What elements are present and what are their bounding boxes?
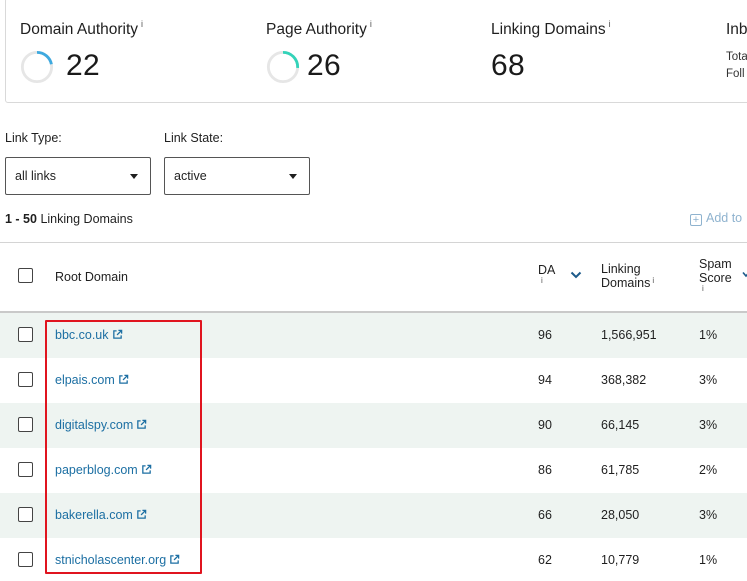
info-icon[interactable]: i bbox=[652, 276, 654, 285]
da-value: 94 bbox=[538, 373, 552, 387]
root-domain-text: paperblog.com bbox=[55, 463, 138, 477]
root-domain-text: bakerella.com bbox=[55, 508, 133, 522]
root-domain-link[interactable]: stnicholascenter.org bbox=[55, 553, 180, 567]
metric-sub-total: Tota bbox=[726, 51, 747, 63]
root-domain-link[interactable]: bakerella.com bbox=[55, 508, 147, 522]
link-type-value: all links bbox=[15, 169, 56, 183]
external-link-icon[interactable] bbox=[112, 329, 123, 340]
metric-value: 26 bbox=[307, 49, 341, 82]
info-icon[interactable]: i bbox=[141, 19, 143, 29]
sort-chevron-down-icon[interactable] bbox=[570, 270, 582, 280]
linking-domains-value: 368,382 bbox=[601, 373, 647, 387]
header-linking-domains-line1: Linking bbox=[601, 262, 641, 276]
linking-domains-value: 61,785 bbox=[601, 463, 640, 477]
root-domain-text: stnicholascenter.org bbox=[55, 553, 167, 567]
header-linking-domains-line2: Domains bbox=[601, 276, 651, 290]
da-value: 66 bbox=[538, 508, 552, 522]
results-range: 1 - 50 Linking Domains bbox=[5, 212, 133, 226]
da-value: 90 bbox=[538, 418, 552, 432]
caret-down-icon bbox=[130, 174, 138, 179]
sort-chevron-down-icon[interactable] bbox=[742, 270, 747, 280]
link-type-select[interactable]: all links bbox=[5, 157, 151, 195]
select-all-checkbox[interactable] bbox=[18, 268, 33, 283]
external-link-icon[interactable] bbox=[141, 464, 152, 475]
link-state-value: active bbox=[174, 169, 207, 183]
plus-square-icon: + bbox=[690, 214, 702, 226]
spam-score-value: 3% bbox=[699, 508, 718, 522]
metric-sub-follow: Foll bbox=[726, 68, 745, 80]
header-spam-score[interactable]: Spam Score i bbox=[699, 257, 732, 293]
row-checkbox[interactable] bbox=[18, 507, 33, 522]
row-checkbox[interactable] bbox=[18, 417, 33, 432]
link-type-label: Link Type: bbox=[5, 131, 62, 145]
external-link-icon[interactable] bbox=[118, 374, 129, 385]
da-value: 62 bbox=[538, 553, 552, 567]
linking-domains-value: 1,566,951 bbox=[601, 328, 657, 342]
header-linking-domains[interactable]: Linking Domains i bbox=[601, 262, 654, 292]
info-icon[interactable]: i bbox=[609, 19, 611, 29]
row-checkbox[interactable] bbox=[18, 372, 33, 387]
metric-value: 68 bbox=[491, 49, 525, 82]
header-spam-line2: Score bbox=[699, 271, 732, 285]
external-link-icon[interactable] bbox=[136, 509, 147, 520]
spam-score-value: 3% bbox=[699, 418, 718, 432]
page-authority-ring bbox=[266, 50, 300, 84]
linking-domains-value: 10,779 bbox=[601, 553, 640, 567]
metric-title: Linking Domains bbox=[491, 21, 606, 38]
table-row: stnicholascenter.org 62 10,779 1% bbox=[0, 538, 747, 581]
caret-down-icon bbox=[289, 174, 297, 179]
link-state-select[interactable]: active bbox=[164, 157, 310, 195]
table-row: bakerella.com 66 28,050 3% bbox=[0, 493, 747, 538]
add-to-label: Add to bbox=[706, 211, 743, 225]
header-root-domain[interactable]: Root Domain bbox=[55, 270, 128, 284]
root-domain-link[interactable]: bbc.co.uk bbox=[55, 328, 123, 342]
header-spam-line1: Spam bbox=[699, 257, 732, 271]
root-domain-text: elpais.com bbox=[55, 373, 115, 387]
domain-authority-ring bbox=[20, 50, 54, 84]
results-count: 1 - 50 bbox=[5, 212, 37, 226]
info-icon[interactable]: i bbox=[370, 19, 372, 29]
table-row: elpais.com 94 368,382 3% bbox=[0, 358, 747, 403]
divider bbox=[0, 242, 747, 243]
da-value: 96 bbox=[538, 328, 552, 342]
row-checkbox[interactable] bbox=[18, 327, 33, 342]
header-da[interactable]: DA i bbox=[538, 263, 555, 285]
metric-title: Inb bbox=[726, 21, 747, 38]
row-checkbox[interactable] bbox=[18, 462, 33, 477]
linking-domains-value: 66,145 bbox=[601, 418, 640, 432]
results-label: Linking Domains bbox=[40, 212, 133, 226]
root-domain-link[interactable]: paperblog.com bbox=[55, 463, 152, 477]
linking-domains-value: 28,050 bbox=[601, 508, 640, 522]
root-domain-link[interactable]: digitalspy.com bbox=[55, 418, 147, 432]
metric-value: 22 bbox=[66, 49, 100, 82]
link-state-label: Link State: bbox=[164, 131, 224, 145]
spam-score-value: 3% bbox=[699, 373, 718, 387]
info-icon[interactable]: i bbox=[702, 285, 732, 293]
spam-score-value: 2% bbox=[699, 463, 718, 477]
row-checkbox[interactable] bbox=[18, 552, 33, 567]
external-link-icon[interactable] bbox=[169, 554, 180, 565]
root-domain-link[interactable]: elpais.com bbox=[55, 373, 129, 387]
metric-title: Page Authority bbox=[266, 21, 367, 38]
spam-score-value: 1% bbox=[699, 328, 718, 342]
external-link-icon[interactable] bbox=[136, 419, 147, 430]
root-domain-text: digitalspy.com bbox=[55, 418, 134, 432]
metrics-card: Domain Authority i 22 Page Authority i 26 … bbox=[5, 0, 747, 103]
table-row: paperblog.com 86 61,785 2% bbox=[0, 448, 747, 493]
metric-title: Domain Authority bbox=[20, 21, 139, 38]
spam-score-value: 1% bbox=[699, 553, 718, 567]
table-row: digitalspy.com 90 66,145 3% bbox=[0, 403, 747, 448]
root-domain-text: bbc.co.uk bbox=[55, 328, 109, 342]
da-value: 86 bbox=[538, 463, 552, 477]
add-to-button[interactable]: + Add to bbox=[690, 211, 742, 226]
info-icon[interactable]: i bbox=[541, 277, 555, 285]
table-row: bbc.co.uk 96 1,566,951 1% bbox=[0, 313, 747, 358]
header-da-label: DA bbox=[538, 263, 556, 277]
